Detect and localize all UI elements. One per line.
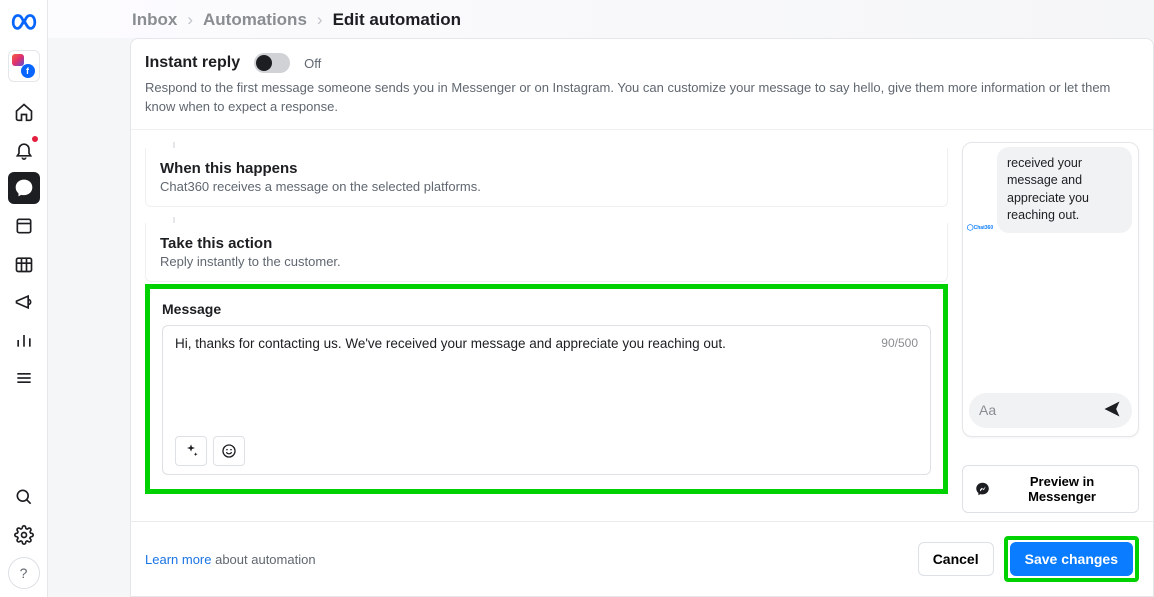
- phone-preview: ◯Chat360 received your message and appre…: [962, 142, 1139, 437]
- nav-search[interactable]: [8, 481, 40, 513]
- nav-insights[interactable]: [8, 324, 40, 356]
- personalize-button[interactable]: [175, 436, 207, 466]
- nav-menu[interactable]: [8, 362, 40, 394]
- learn-more-link[interactable]: Learn more: [145, 552, 211, 567]
- message-input-wrap: 90/500: [162, 325, 931, 475]
- chevron-right-icon: ›: [317, 10, 323, 30]
- message-textarea[interactable]: [175, 336, 918, 428]
- learn-more-text: Learn more about automation: [145, 552, 316, 567]
- notification-dot-icon: [32, 136, 38, 142]
- panel: Instant reply Off Respond to the first m…: [130, 38, 1154, 597]
- panel-header: Instant reply Off Respond to the first m…: [131, 39, 1153, 130]
- panel-description: Respond to the first message someone sen…: [145, 79, 1125, 117]
- preview-avatar: ◯Chat360: [969, 223, 991, 233]
- panel-footer: Learn more about automation Cancel Save …: [131, 521, 1153, 596]
- nav-notifications[interactable]: [8, 134, 40, 166]
- breadcrumb-automations[interactable]: Automations: [203, 10, 307, 30]
- content-area: Inbox › Automations › Edit automation In…: [48, 0, 1154, 597]
- nav-ads[interactable]: [8, 286, 40, 318]
- panel-title: Instant reply: [145, 54, 240, 72]
- section-when-sub: Chat360 receives a message on the select…: [160, 179, 933, 194]
- meta-logo[interactable]: [9, 8, 39, 38]
- nav-settings[interactable]: [8, 519, 40, 551]
- section-when: When this happens Chat360 receives a mes…: [145, 148, 948, 207]
- emoji-icon: [221, 443, 237, 459]
- send-icon: [1102, 399, 1122, 422]
- cancel-button[interactable]: Cancel: [918, 542, 994, 576]
- breadcrumb-current: Edit automation: [333, 10, 461, 30]
- nav-planner[interactable]: [8, 248, 40, 280]
- message-highlight-box: Message 90/500: [145, 284, 948, 494]
- preview-in-messenger-button[interactable]: Preview in Messenger: [962, 465, 1139, 513]
- nav-home[interactable]: [8, 96, 40, 128]
- preview-composer: Aa: [969, 393, 1132, 428]
- app-switcher[interactable]: f: [8, 50, 40, 82]
- left-rail: f: [0, 0, 48, 597]
- breadcrumb-inbox[interactable]: Inbox: [132, 10, 177, 30]
- char-count: 90/500: [881, 336, 918, 350]
- section-action-title: Take this action: [160, 235, 933, 252]
- save-changes-button[interactable]: Save changes: [1010, 542, 1133, 576]
- nav-help[interactable]: ?: [8, 557, 40, 589]
- nav-inbox[interactable]: [8, 172, 40, 204]
- preview-composer-placeholder: Aa: [979, 402, 1094, 418]
- section-action: Take this action Reply instantly to the …: [145, 223, 948, 282]
- messenger-icon: [975, 481, 990, 497]
- chevron-right-icon: ›: [187, 10, 193, 30]
- emoji-button[interactable]: [213, 436, 245, 466]
- message-label: Message: [162, 301, 931, 317]
- sparkle-icon: [183, 443, 199, 459]
- preview-bubble: received your message and appreciate you…: [997, 147, 1132, 233]
- preview-button-label: Preview in Messenger: [998, 474, 1126, 504]
- section-when-title: When this happens: [160, 160, 933, 177]
- section-action-sub: Reply instantly to the customer.: [160, 254, 933, 269]
- save-highlight: Save changes: [1004, 536, 1139, 582]
- breadcrumb: Inbox › Automations › Edit automation: [48, 0, 1154, 38]
- instant-reply-toggle[interactable]: [254, 53, 290, 73]
- nav-content[interactable]: [8, 210, 40, 242]
- toggle-state-label: Off: [304, 56, 321, 71]
